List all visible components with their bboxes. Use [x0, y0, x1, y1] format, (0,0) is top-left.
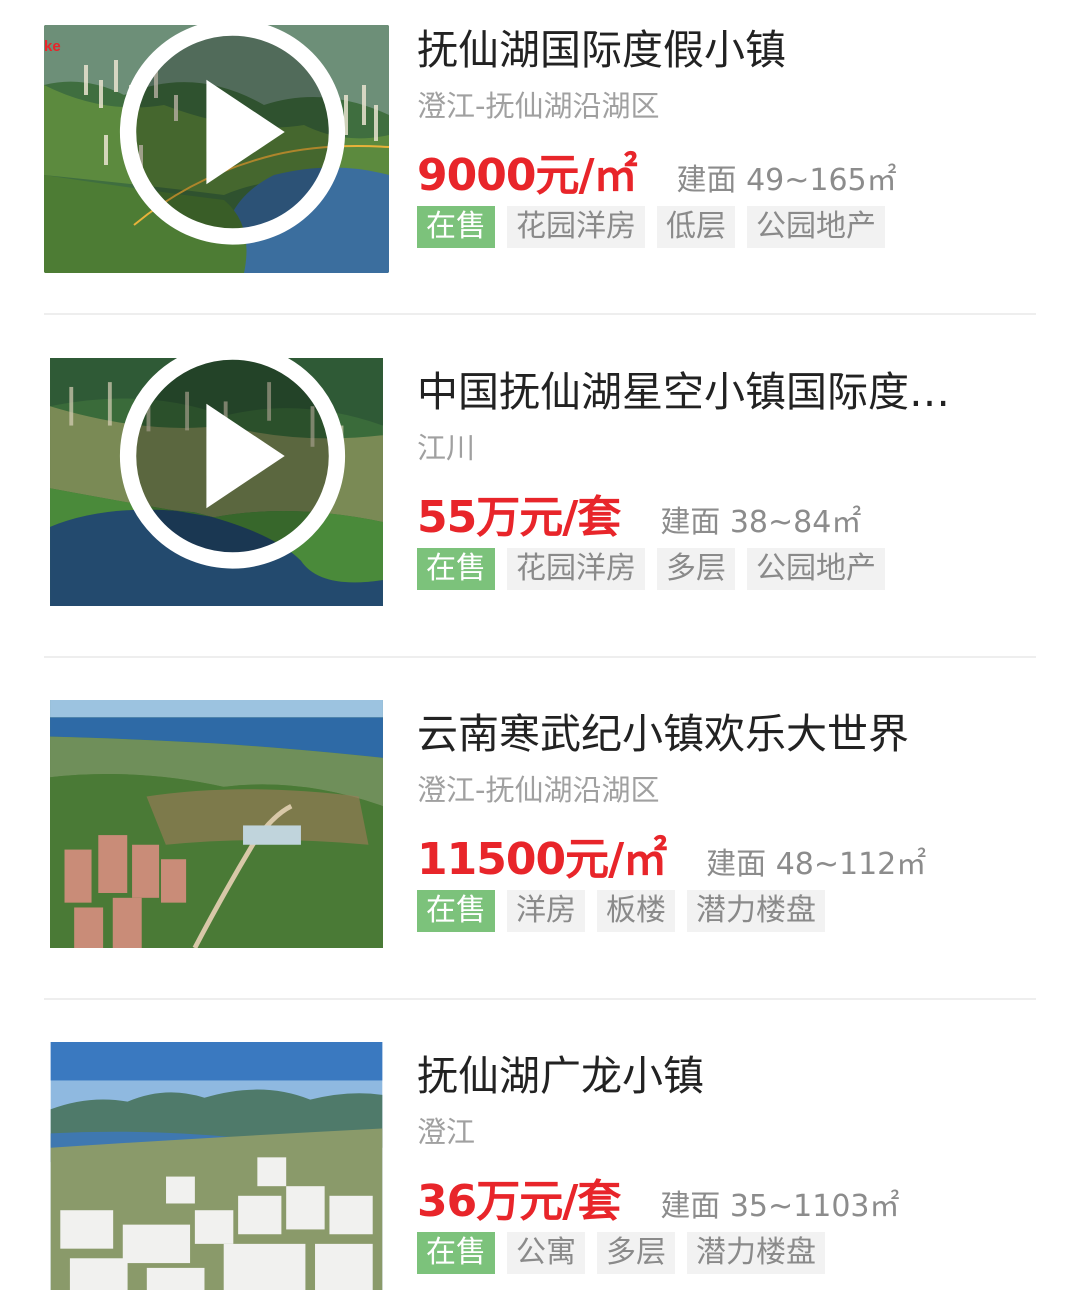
listing-title[interactable]: 抚仙湖广龙小镇 [417, 1051, 1037, 1101]
divider [44, 313, 1036, 315]
listing-card[interactable]: 云南寒武纪小镇欢乐大世界 澄江-抚仙湖沿湖区 11500元/㎡ 建面 48~11… [0, 684, 1080, 1026]
status-badge: 在售 [417, 1232, 495, 1274]
feature-tag: 多层 [597, 1232, 675, 1274]
listing-area: 建面 38~84㎡ [660, 505, 862, 540]
listing-card[interactable]: 抚仙湖广龙小镇 澄江 36万元/套 建面 35~1103㎡ 在售 公寓 多层 潜… [0, 1026, 1080, 1300]
listing-title[interactable]: 抚仙湖国际度假小镇 [417, 25, 1037, 75]
feature-tag: 潜力楼盘 [687, 890, 825, 932]
feature-tag: 低层 [657, 206, 735, 248]
tag-list: 在售 公寓 多层 潜力楼盘 [417, 1232, 1037, 1274]
divider [44, 998, 1036, 1000]
divider [44, 656, 1036, 658]
listing-thumbnail[interactable] [44, 1042, 389, 1290]
listing-price: 11500元/㎡ [417, 834, 667, 885]
feature-tag: 板楼 [597, 890, 675, 932]
listing-location: 澄江 [417, 1115, 476, 1149]
listing-price: 55万元/套 [417, 492, 621, 543]
listing-thumbnail[interactable] [44, 700, 389, 948]
status-badge: 在售 [417, 890, 495, 932]
listing-price: 9000元/㎡ [417, 150, 638, 201]
feature-tag: 公园地产 [747, 548, 885, 590]
listing-area: 建面 48~112㎡ [706, 847, 927, 882]
listing-title[interactable]: 中国抚仙湖星空小镇国际度… [417, 367, 1037, 417]
tag-list: 在售 花园洋房 多层 公园地产 [417, 548, 1037, 590]
status-badge: 在售 [417, 206, 495, 248]
feature-tag: 潜力楼盘 [687, 1232, 825, 1274]
listing-location: 江川 [417, 431, 476, 465]
listing-card[interactable]: 中国抚仙湖星空小镇国际度… 江川 55万元/套 建面 38~84㎡ 在售 花园洋… [0, 342, 1080, 684]
feature-tag: 洋房 [507, 890, 585, 932]
thumbnail-logo-text: ke [44, 38, 61, 55]
listing-location: 澄江-抚仙湖沿湖区 [417, 89, 660, 123]
feature-tag: 多层 [657, 548, 735, 590]
play-icon[interactable] [60, 358, 389, 580]
tag-list: 在售 花园洋房 低层 公园地产 [417, 206, 1037, 248]
listing-card[interactable]: ke 抚仙湖国际度假小镇 澄江-抚仙湖沿湖区 9000元/㎡ 建面 49~165… [0, 0, 1080, 342]
listing-location: 澄江-抚仙湖沿湖区 [417, 773, 660, 807]
play-icon[interactable] [60, 25, 389, 256]
status-badge: 在售 [417, 548, 495, 590]
listing-title[interactable]: 云南寒武纪小镇欢乐大世界 [417, 709, 1037, 759]
listing-thumbnail[interactable] [44, 358, 389, 606]
listing-thumbnail[interactable]: ke [44, 25, 389, 273]
tag-list: 在售 洋房 板楼 潜力楼盘 [417, 890, 1037, 932]
feature-tag: 花园洋房 [507, 206, 645, 248]
listing-area: 建面 35~1103㎡ [660, 1189, 900, 1224]
feature-tag: 花园洋房 [507, 548, 645, 590]
listing-area: 建面 49~165㎡ [676, 163, 897, 198]
aerial-photo-image [50, 1042, 383, 1290]
feature-tag: 公寓 [507, 1232, 585, 1274]
feature-tag: 公园地产 [747, 206, 885, 248]
listing-price: 36万元/套 [417, 1176, 621, 1227]
aerial-photo-image [50, 700, 383, 948]
